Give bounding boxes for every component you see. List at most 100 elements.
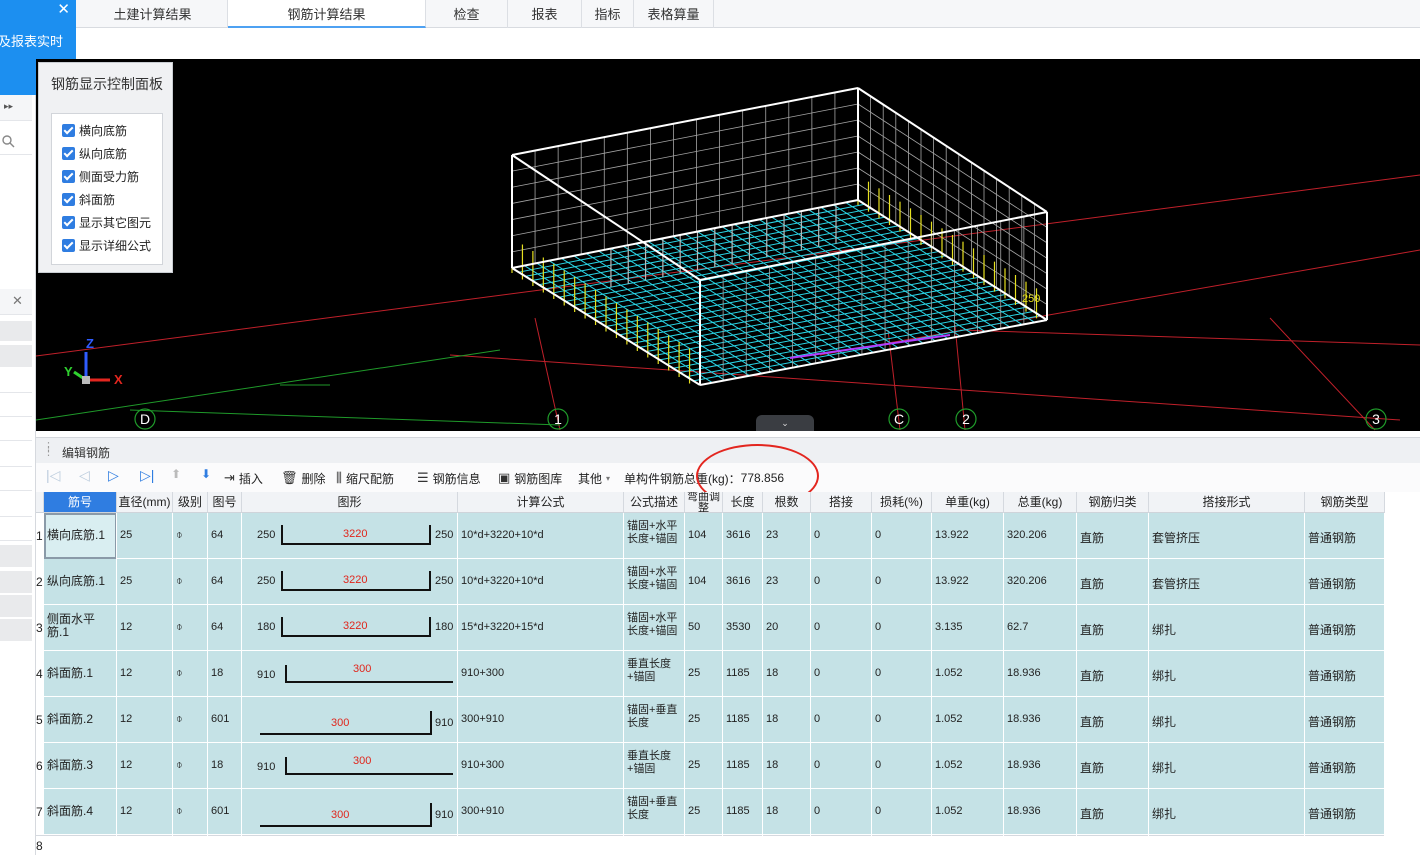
column-header[interactable]: 钢筋归类 bbox=[1077, 492, 1149, 513]
cell-count[interactable]: 23 bbox=[766, 575, 778, 587]
tab-4[interactable]: 报表 bbox=[508, 0, 582, 28]
cell-grade[interactable]: ⌽ bbox=[176, 759, 183, 772]
cell-fig[interactable]: 64 bbox=[211, 621, 223, 633]
cell-formula[interactable]: 300+910 bbox=[461, 805, 504, 817]
cell-type[interactable]: 普通钢筋 bbox=[1308, 575, 1356, 592]
cell-bend[interactable]: 25 bbox=[688, 759, 700, 771]
column-header[interactable]: 级别 bbox=[173, 492, 208, 513]
column-header[interactable]: 损耗(%) bbox=[872, 492, 932, 513]
cell-type[interactable]: 普通钢筋 bbox=[1308, 805, 1356, 822]
cell-fig[interactable]: 64 bbox=[211, 575, 223, 587]
sidebar-search-row[interactable] bbox=[0, 129, 32, 155]
rebar-info-button[interactable]: ☰ 钢筋信息 bbox=[417, 469, 481, 487]
collapse-chevron-icon[interactable]: ⌄ bbox=[756, 415, 814, 431]
cell-bend[interactable]: 104 bbox=[688, 575, 706, 587]
prev-record-icon[interactable]: ◁ bbox=[79, 467, 90, 484]
cell-loss[interactable]: 0 bbox=[875, 713, 881, 725]
cell-grade[interactable]: ⌽ bbox=[176, 805, 183, 818]
column-header[interactable]: 单重(kg) bbox=[932, 492, 1004, 513]
cell-total[interactable]: 18.936 bbox=[1007, 805, 1041, 817]
drag-grip-icon[interactable]: ⋮ ⋮ bbox=[43, 442, 54, 458]
delete-button[interactable]: 🗑 删除 bbox=[281, 469, 326, 487]
cell-count[interactable]: 18 bbox=[766, 667, 778, 679]
column-header[interactable]: 图形 bbox=[242, 492, 458, 513]
cell-grade[interactable]: ⌽ bbox=[176, 621, 183, 634]
cell-type[interactable]: 普通钢筋 bbox=[1308, 759, 1356, 776]
option-checkbox-1[interactable]: 横向底筋 bbox=[62, 121, 127, 139]
column-header[interactable]: 根数 bbox=[763, 492, 811, 513]
cell-total[interactable]: 62.7 bbox=[1007, 621, 1028, 633]
cell-loss[interactable]: 0 bbox=[875, 621, 881, 633]
cell-cat[interactable]: 直筋 bbox=[1080, 529, 1104, 546]
cell-count[interactable]: 18 bbox=[766, 713, 778, 725]
option-checkbox-5[interactable]: 显示其它图元 bbox=[62, 213, 151, 231]
column-header[interactable]: 搭接 bbox=[811, 492, 872, 513]
cell-name[interactable]: 斜面筋.3 bbox=[47, 759, 116, 772]
cell-formula[interactable]: 10*d+3220+10*d bbox=[461, 575, 544, 587]
cell-desc[interactable]: 垂直长度+锚固 bbox=[627, 750, 684, 776]
cell-count[interactable]: 18 bbox=[766, 805, 778, 817]
cell-fig[interactable]: 18 bbox=[211, 759, 223, 771]
cell-grade[interactable]: ⌽ bbox=[176, 713, 183, 726]
cell-dia[interactable]: 12 bbox=[120, 759, 132, 771]
first-record-icon[interactable]: |◁ bbox=[46, 467, 60, 484]
cell-lap_type[interactable]: 套管挤压 bbox=[1152, 529, 1200, 546]
cell-len[interactable]: 1185 bbox=[726, 805, 750, 817]
cell-len[interactable]: 3530 bbox=[726, 621, 750, 633]
option-checkbox-6[interactable]: 显示详细公式 bbox=[62, 236, 151, 254]
checkbox-checked-icon[interactable] bbox=[62, 123, 75, 137]
cell-lap[interactable]: 0 bbox=[814, 667, 820, 679]
cell-dia[interactable]: 25 bbox=[120, 575, 132, 587]
column-header[interactable]: 图号 bbox=[208, 492, 242, 513]
checkbox-checked-icon[interactable] bbox=[62, 146, 75, 160]
cell-loss[interactable]: 0 bbox=[875, 529, 881, 541]
column-header[interactable]: 筋号 bbox=[44, 492, 117, 513]
cell-lap[interactable]: 0 bbox=[814, 713, 820, 725]
cell-lap_type[interactable]: 绑扎 bbox=[1152, 621, 1176, 638]
column-header[interactable]: 总重(kg) bbox=[1004, 492, 1077, 513]
cell-name[interactable]: 斜面筋.2 bbox=[47, 713, 116, 726]
cell-cat[interactable]: 直筋 bbox=[1080, 621, 1104, 638]
cell-formula[interactable]: 910+300 bbox=[461, 667, 504, 679]
other-dropdown[interactable]: 其他 ▾ bbox=[578, 469, 610, 487]
cell-len[interactable]: 3616 bbox=[726, 575, 750, 587]
cell-unit[interactable]: 1.052 bbox=[935, 805, 963, 817]
tab-6[interactable]: 表格算量 bbox=[634, 0, 714, 28]
cell-lap[interactable]: 0 bbox=[814, 529, 820, 541]
cell-len[interactable]: 1185 bbox=[726, 667, 750, 679]
cell-loss[interactable]: 0 bbox=[875, 805, 881, 817]
cell-len[interactable]: 3616 bbox=[726, 529, 750, 541]
column-header[interactable]: 直径(mm) bbox=[117, 492, 173, 513]
cell-bend[interactable]: 25 bbox=[688, 713, 700, 725]
cell-name[interactable]: 斜面筋.4 bbox=[47, 805, 116, 818]
tab-3[interactable]: 检查 bbox=[426, 0, 508, 28]
cell-total[interactable]: 18.936 bbox=[1007, 667, 1041, 679]
column-header[interactable]: 计算公式 bbox=[458, 492, 624, 513]
cell-lap[interactable]: 0 bbox=[814, 805, 820, 817]
3d-viewport[interactable]: D 1 C 2 3 250 Z X Y bbox=[36, 59, 1420, 431]
checkbox-checked-icon[interactable] bbox=[62, 169, 75, 183]
cell-dia[interactable]: 12 bbox=[120, 621, 132, 633]
cell-cat[interactable]: 直筋 bbox=[1080, 575, 1104, 592]
cell-bend[interactable]: 25 bbox=[688, 805, 700, 817]
option-checkbox-3[interactable]: 侧面受力筋 bbox=[62, 167, 139, 185]
insert-button[interactable]: ⇥ 插入 bbox=[224, 469, 263, 487]
column-header[interactable]: 弯曲调整 bbox=[685, 492, 723, 513]
checkbox-checked-icon[interactable] bbox=[62, 215, 75, 229]
checkbox-checked-icon[interactable] bbox=[62, 192, 75, 206]
cell-name[interactable]: 横向底筋.1 bbox=[47, 529, 116, 542]
cell-formula[interactable]: 10*d+3220+10*d bbox=[461, 529, 544, 541]
rebar-library-button[interactable]: ▣ 钢筋图库 bbox=[498, 469, 562, 487]
cell-loss[interactable]: 0 bbox=[875, 575, 881, 587]
last-record-icon[interactable]: ▷| bbox=[140, 467, 154, 484]
cell-bend[interactable]: 25 bbox=[688, 667, 700, 679]
next-record-icon[interactable]: ▷ bbox=[108, 467, 119, 484]
cell-dia[interactable]: 12 bbox=[120, 667, 132, 679]
cell-fig[interactable]: 64 bbox=[211, 529, 223, 541]
cell-unit[interactable]: 1.052 bbox=[935, 667, 963, 679]
cell-bend[interactable]: 104 bbox=[688, 529, 706, 541]
cell-fig[interactable]: 18 bbox=[211, 667, 223, 679]
cell-grade[interactable]: ⌽ bbox=[176, 529, 183, 542]
cell-type[interactable]: 普通钢筋 bbox=[1308, 529, 1356, 546]
cell-lap_type[interactable]: 套管挤压 bbox=[1152, 575, 1200, 592]
